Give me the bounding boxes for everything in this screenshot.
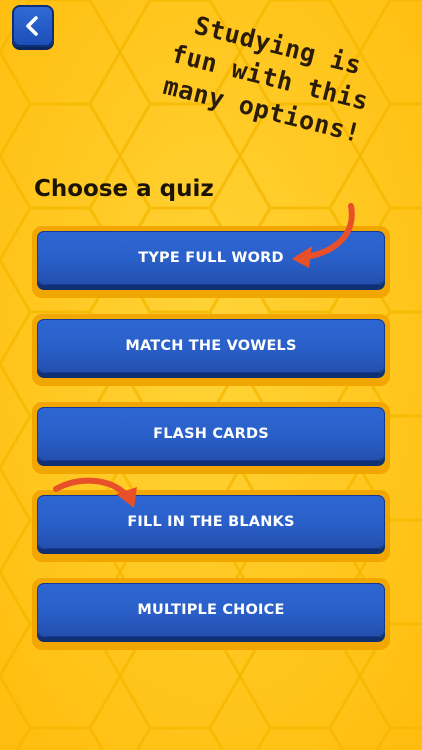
chevron-left-icon: [26, 16, 38, 36]
flash-cards-button[interactable]: FLASH CARDS: [37, 407, 385, 461]
quiz-slot: FILL IN THE BLANKS: [32, 490, 390, 562]
quiz-slot: TYPE FULL WORD: [32, 226, 390, 298]
quiz-slot: MATCH THE VOWELS: [32, 314, 390, 386]
quiz-slot: MULTIPLE CHOICE: [32, 578, 390, 650]
multiple-choice-button[interactable]: MULTIPLE CHOICE: [37, 583, 385, 637]
quiz-slot: FLASH CARDS: [32, 402, 390, 474]
match-the-vowels-button[interactable]: MATCH THE VOWELS: [37, 319, 385, 373]
fill-in-the-blanks-button[interactable]: FILL IN THE BLANKS: [37, 495, 385, 549]
type-full-word-button[interactable]: TYPE FULL WORD: [37, 231, 385, 285]
page-title: Choose a quiz: [34, 176, 214, 202]
back-button[interactable]: [12, 5, 54, 47]
